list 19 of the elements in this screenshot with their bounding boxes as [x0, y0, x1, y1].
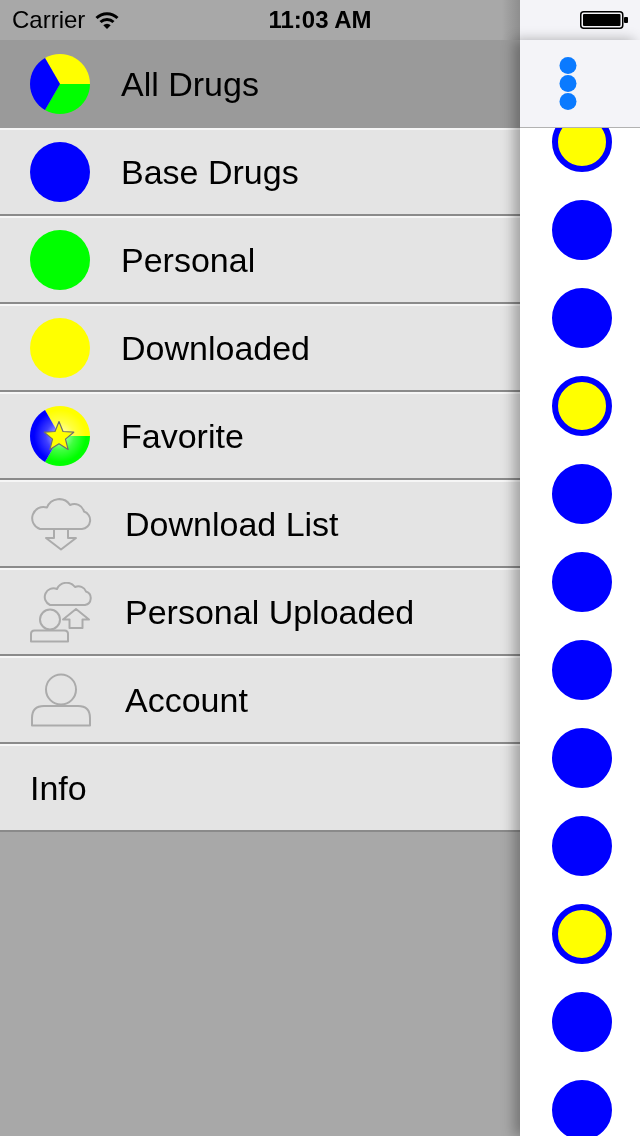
wifi-icon	[95, 11, 120, 29]
menu-item[interactable]: Personal	[0, 216, 520, 304]
menu-item[interactable]: Account	[0, 656, 520, 744]
status-time: 11:03 AM	[268, 6, 372, 34]
carrier-label: Carrier	[12, 6, 86, 34]
pie-chart-icon	[30, 54, 90, 114]
menu-item[interactable]: Info	[0, 744, 520, 832]
cloud-person-upload-icon	[30, 581, 92, 643]
more-icon[interactable]	[559, 57, 577, 110]
menu-item[interactable]: Download List	[0, 480, 520, 568]
menu-item[interactable]: Favorite	[0, 392, 520, 480]
star-on-pie-icon	[30, 406, 90, 466]
menu-item[interactable]: All Drugs	[0, 40, 520, 128]
person-icon	[30, 673, 92, 727]
menu-item[interactable]: Personal Uploaded	[0, 568, 520, 656]
cloud-download-icon	[30, 497, 92, 551]
menu-item[interactable]: Base Drugs	[0, 128, 520, 216]
menu-item[interactable]: Downloaded	[0, 304, 520, 392]
battery-icon	[580, 11, 628, 29]
